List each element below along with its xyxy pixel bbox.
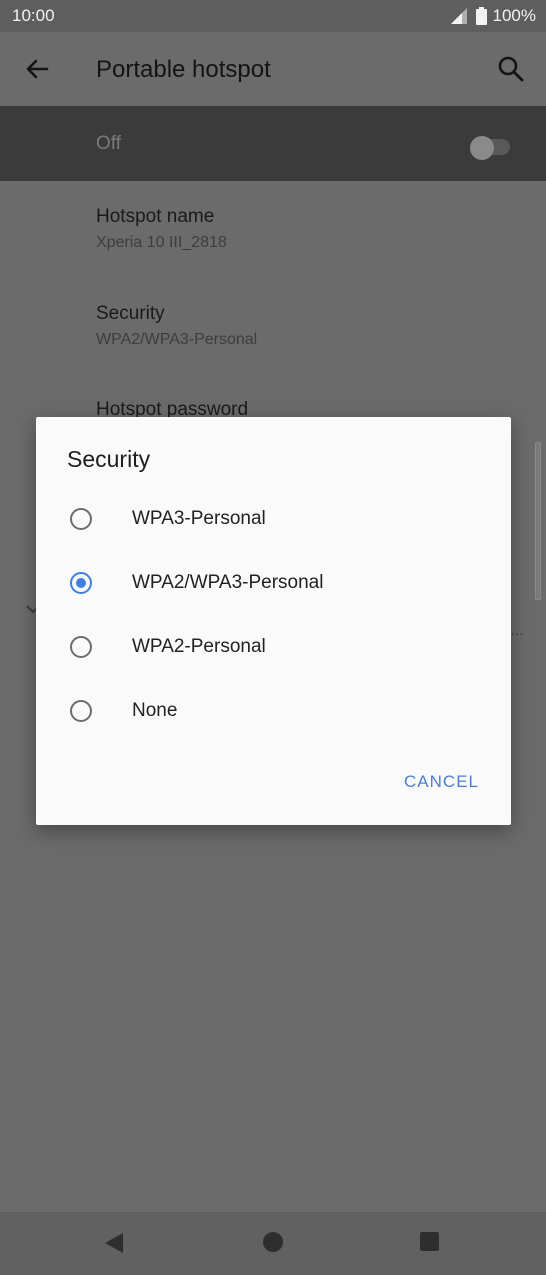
- setting-title: Hotspot name: [96, 206, 215, 227]
- option-label: None: [132, 700, 178, 721]
- security-dialog: Security WPA3-Personal WPA2/WPA3-Persona…: [36, 417, 511, 825]
- setting-hotspot-name[interactable]: Hotspot name Xperia 10 III_2818: [96, 206, 227, 252]
- search-icon[interactable]: [496, 54, 526, 84]
- option-wpa2-personal[interactable]: WPA2-Personal: [36, 622, 511, 678]
- nav-recents-icon[interactable]: [420, 1232, 439, 1251]
- status-bar: 10:00 100%: [0, 0, 546, 32]
- status-right: 100%: [450, 6, 536, 26]
- overflow-ellipsis-icon: …: [510, 622, 524, 638]
- master-switch-label: Off: [96, 133, 121, 154]
- setting-security[interactable]: Security WPA2/WPA3-Personal: [96, 303, 257, 349]
- battery-level: 100%: [492, 6, 536, 25]
- radio-button[interactable]: [70, 508, 92, 530]
- radio-button[interactable]: [70, 636, 92, 658]
- option-wpa3-personal[interactable]: WPA3-Personal: [36, 494, 511, 550]
- battery-icon: [475, 7, 487, 25]
- arrow-back-icon[interactable]: [22, 54, 52, 84]
- page-title: Portable hotspot: [96, 56, 271, 83]
- radio-button-selected[interactable]: [70, 572, 92, 594]
- setting-summary: Xperia 10 III_2818: [96, 234, 227, 251]
- option-wpa2-wpa3-personal[interactable]: WPA2/WPA3-Personal: [36, 558, 511, 614]
- option-label: WPA2-Personal: [132, 636, 266, 657]
- signal-icon: [450, 8, 467, 24]
- option-label: WPA3-Personal: [132, 508, 266, 529]
- nav-back-icon[interactable]: [104, 1232, 124, 1254]
- setting-summary: WPA2/WPA3-Personal: [96, 331, 258, 348]
- status-time: 10:00: [12, 6, 55, 25]
- dialog-title: Security: [67, 446, 151, 472]
- cancel-button[interactable]: CANCEL: [404, 772, 479, 792]
- radio-button[interactable]: [70, 700, 92, 722]
- hotspot-master-switch[interactable]: Off: [0, 106, 546, 181]
- toggle-knob[interactable]: [470, 136, 494, 160]
- app-bar: Portable hotspot: [0, 32, 546, 106]
- option-label: WPA2/WPA3-Personal: [132, 572, 324, 593]
- option-none[interactable]: None: [36, 686, 511, 742]
- setting-title: Security: [96, 303, 165, 324]
- nav-home-icon[interactable]: [263, 1232, 283, 1252]
- navigation-bar: [0, 1211, 546, 1275]
- scrollbar[interactable]: [535, 442, 541, 600]
